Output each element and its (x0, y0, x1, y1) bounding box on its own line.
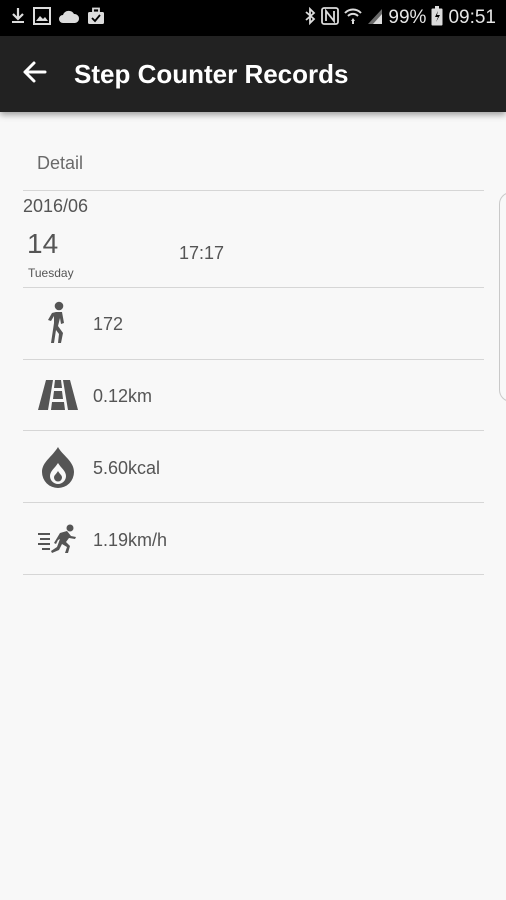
back-button[interactable] (16, 56, 52, 92)
divider (23, 359, 484, 360)
calories-value: 5.60kcal (93, 458, 161, 478)
divider (23, 430, 484, 431)
divider (23, 287, 484, 288)
nfc-icon (321, 6, 340, 30)
battery-percent: 99% (388, 7, 427, 28)
edge-panel-handle[interactable] (499, 192, 506, 402)
walking-person-icon (37, 301, 79, 344)
briefcase-icon (87, 7, 105, 30)
notification-icons (10, 6, 105, 30)
record-year-month: 2016/06 (23, 196, 89, 216)
running-speed-icon (37, 518, 79, 560)
record-day: 14 (27, 228, 59, 259)
battery-icon (431, 5, 443, 31)
arrow-left-icon (21, 60, 47, 89)
record-time: 17:17 (179, 243, 225, 263)
speed-value: 1.19km/h (93, 530, 168, 550)
bluetooth-icon (304, 6, 316, 30)
divider (23, 502, 484, 503)
clock: 09:51 (448, 7, 496, 28)
status-bar: 99% 09:51 (0, 0, 506, 36)
image-icon (33, 6, 51, 30)
detail-label: Detail (37, 153, 84, 173)
signal-icon (367, 7, 383, 30)
distance-value: 0.12km (93, 386, 153, 406)
steps-value: 172 (93, 314, 124, 334)
wifi-icon (344, 7, 363, 30)
system-status-icons: 99% 09:51 (304, 5, 496, 31)
flame-icon (37, 446, 79, 488)
cloud-icon (58, 8, 80, 29)
record-weekday: Tuesday (28, 266, 74, 280)
divider (23, 190, 484, 191)
road-icon (37, 374, 79, 416)
download-icon (10, 7, 26, 30)
page-title: Step Counter Records (74, 59, 349, 89)
divider (23, 574, 484, 575)
app-bar: Step Counter Records (0, 36, 506, 112)
